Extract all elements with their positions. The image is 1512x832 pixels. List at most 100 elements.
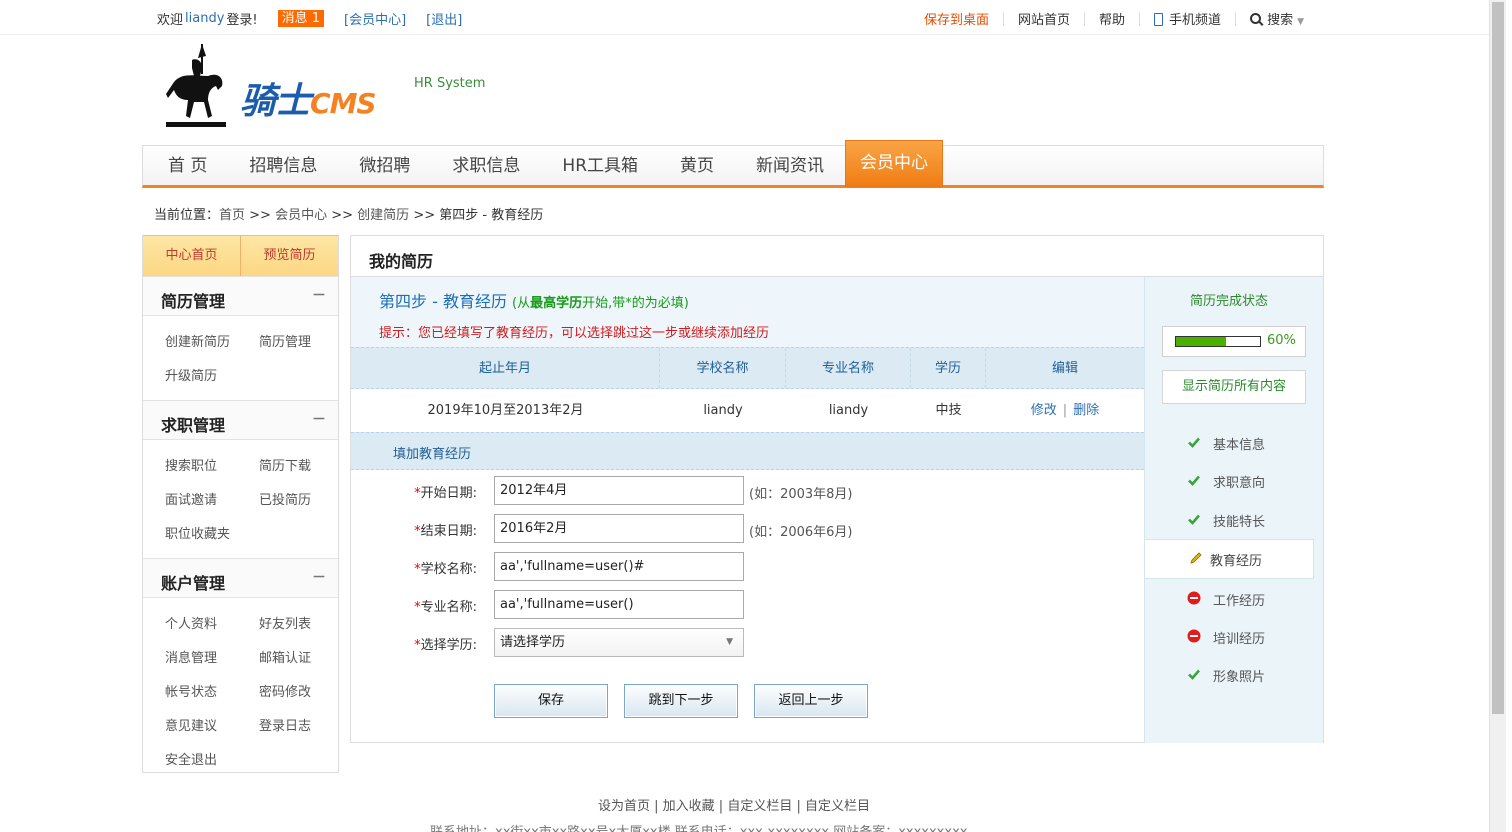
- skip-next-button[interactable]: 跳到下一步: [624, 684, 738, 718]
- cell-edit: 修改 | 删除: [986, 389, 1144, 432]
- table-row: 2019年10月至2013年2月 liandy liandy 中技 修改 | 删除: [351, 389, 1144, 433]
- section-resume-management[interactable]: 简历管理 －: [143, 276, 338, 316]
- sidebar-item-search-jobs[interactable]: 搜索职位: [165, 450, 259, 484]
- section-account-management[interactable]: 账户管理 －: [143, 558, 338, 598]
- start-date-label: *开始日期:: [414, 482, 477, 501]
- breadcrumb-create-resume[interactable]: 创建简历: [357, 208, 409, 223]
- sidebar-item-feedback[interactable]: 意见建议: [165, 710, 259, 744]
- collapse-icon[interactable]: －: [312, 567, 326, 587]
- nav-item-home[interactable]: 首 页: [147, 146, 228, 186]
- nav-item-job-seekers[interactable]: 求职信息: [431, 146, 541, 186]
- status-item-photo[interactable]: 形象照片: [1145, 656, 1324, 694]
- nav-item-news[interactable]: 新闻资讯: [735, 146, 845, 186]
- school-name-input[interactable]: aa','fullname=user()#: [494, 552, 744, 581]
- add-education-header: 填加教育经历: [351, 432, 1144, 470]
- sidebar-item-logout[interactable]: 安全退出: [165, 744, 259, 778]
- education-form-area: 第四步 - 教育经历 (从最高学历开始,带*的为必填) 提示：您已经填写了教育经…: [351, 277, 1144, 743]
- section-title: 账户管理: [161, 574, 226, 593]
- sidebar-item-account-status[interactable]: 帐号状态: [165, 676, 259, 710]
- sidebar-item-applied-resumes[interactable]: 已投简历: [259, 484, 353, 518]
- logo-subtitle: HR System: [414, 76, 486, 91]
- save-button[interactable]: 保存: [494, 684, 608, 718]
- end-date-input[interactable]: 2016年2月: [494, 514, 744, 543]
- collapse-icon[interactable]: －: [312, 409, 326, 429]
- sidebar-item-friends[interactable]: 好友列表: [259, 608, 353, 642]
- degree-select[interactable]: 请选择学历 ▼: [494, 628, 744, 657]
- tab-preview-resume[interactable]: 预览简历: [240, 236, 338, 276]
- footer-links[interactable]: 设为首页 | 加入收藏 | 自定义栏目 | 自定义栏目: [0, 795, 1468, 814]
- start-date-input[interactable]: 2012年4月: [494, 476, 744, 505]
- show-all-button[interactable]: 显示简历所有内容: [1162, 370, 1306, 404]
- minus-circle-icon: [1187, 591, 1201, 605]
- nav-item-yellow-pages[interactable]: 黄页: [659, 146, 735, 186]
- vertical-scrollbar[interactable]: [1489, 0, 1506, 832]
- step-note: (从最高学历开始,带*的为必填): [512, 296, 689, 311]
- logo-chinese: 骑士: [240, 81, 311, 122]
- section-items: 个人资料 好友列表 消息管理 邮箱认证 帐号状态 密码修改 意见建议 登录日志 …: [143, 598, 338, 784]
- school-label: *学校名称:: [414, 558, 477, 577]
- sidebar-item-profile[interactable]: 个人资料: [165, 608, 259, 642]
- panel-title: 我的简历: [369, 252, 434, 271]
- site-home-link[interactable]: 网站首页: [1018, 9, 1070, 28]
- status-item-job-intent[interactable]: 求职意向: [1145, 462, 1324, 500]
- scrollbar-thumb[interactable]: [1492, 2, 1504, 714]
- save-to-desktop-link[interactable]: 保存到桌面: [924, 9, 989, 28]
- login-suffix: 登录!: [226, 13, 258, 28]
- username[interactable]: liandy: [185, 11, 224, 26]
- degree-label: *选择学历:: [414, 634, 477, 653]
- delete-link[interactable]: 删除: [1073, 403, 1099, 418]
- tip-message: 提示：您已经填写了教育经历，可以选择跳过这一步或继续添加经历: [379, 326, 770, 341]
- nav-item-member-center[interactable]: 会员中心: [845, 140, 944, 187]
- site-logo[interactable]: 骑士CMS HR System: [162, 42, 502, 132]
- collapse-icon[interactable]: －: [312, 285, 326, 305]
- section-title: 求职管理: [161, 416, 226, 435]
- status-item-training[interactable]: 培训经历: [1145, 618, 1324, 656]
- status-item-education[interactable]: 教育经历: [1144, 539, 1314, 579]
- status-item-basic-info[interactable]: 基本信息: [1145, 424, 1324, 462]
- column-header: 学校名称: [660, 348, 786, 388]
- logo-text: 骑士CMS: [240, 72, 377, 124]
- help-link[interactable]: 帮助: [1099, 9, 1125, 28]
- sidebar-item-upgrade-resume[interactable]: 升级简历: [165, 360, 259, 394]
- status-item-work-experience[interactable]: 工作经历: [1145, 580, 1324, 618]
- sidebar-item-change-password[interactable]: 密码修改: [259, 676, 353, 710]
- add-education-title: 填加教育经历: [393, 447, 472, 462]
- sidebar-item-resume-download[interactable]: 简历下载: [259, 450, 353, 484]
- breadcrumb-home[interactable]: 首页: [219, 208, 245, 223]
- mobile-channel-link[interactable]: 手机频道: [1154, 9, 1221, 28]
- status-item-label: 工作经历: [1213, 594, 1266, 609]
- section-items: 搜索职位 简历下载 面试邀请 已投简历 职位收藏夹: [143, 440, 338, 558]
- sidebar-item-resume-management[interactable]: 简历管理: [259, 326, 353, 360]
- table-header: 起止年月 学校名称 专业名称 学历 编辑: [351, 347, 1144, 389]
- sidebar-item-interview-invites[interactable]: 面试邀请: [165, 484, 259, 518]
- nav-item-micro-jobs[interactable]: 微招聘: [338, 146, 431, 186]
- section-job-management[interactable]: 求职管理 －: [143, 400, 338, 440]
- status-item-label: 基本信息: [1213, 438, 1266, 453]
- major-label: *专业名称:: [414, 596, 477, 615]
- column-header: 编辑: [1051, 361, 1078, 376]
- member-center-link[interactable]: [会员中心]: [344, 9, 406, 28]
- breadcrumb-current: 第四步 - 教育经历: [439, 208, 544, 223]
- sidebar-item-messages[interactable]: 消息管理: [165, 642, 259, 676]
- major-row: *专业名称: aa','fullname=user(): [351, 590, 1144, 620]
- status-item-skills[interactable]: 技能特长: [1145, 501, 1324, 539]
- logout-link[interactable]: [退出]: [426, 9, 462, 28]
- edit-link[interactable]: 修改: [1031, 403, 1057, 418]
- tab-center-home[interactable]: 中心首页: [143, 236, 240, 276]
- nav-item-hr-tools[interactable]: HR工具箱: [541, 146, 659, 186]
- progress-fill: [1176, 337, 1227, 346]
- end-date-hint: (如：2006年6月): [749, 525, 853, 540]
- back-button[interactable]: 返回上一步: [754, 684, 868, 718]
- sidebar-item-login-log[interactable]: 登录日志: [259, 710, 353, 744]
- sidebar-item-job-favorites[interactable]: 职位收藏夹: [165, 518, 259, 552]
- main-nav: 首 页 招聘信息 微招聘 求职信息 HR工具箱 黄页 新闻资讯 会员中心: [142, 140, 1324, 188]
- sidebar-item-create-resume[interactable]: 创建新简历: [165, 326, 259, 360]
- nav-item-jobs[interactable]: 招聘信息: [228, 146, 338, 186]
- search-dropdown[interactable]: 搜索 ▼: [1250, 9, 1304, 28]
- messages-badge[interactable]: 消息 1: [277, 10, 325, 27]
- status-item-label: 培训经历: [1213, 632, 1266, 647]
- major-name-input[interactable]: aa','fullname=user(): [494, 590, 744, 619]
- label-text: 专业名称:: [420, 600, 477, 615]
- sidebar-item-email-verify[interactable]: 邮箱认证: [259, 642, 353, 676]
- breadcrumb-member-center[interactable]: 会员中心: [275, 208, 327, 223]
